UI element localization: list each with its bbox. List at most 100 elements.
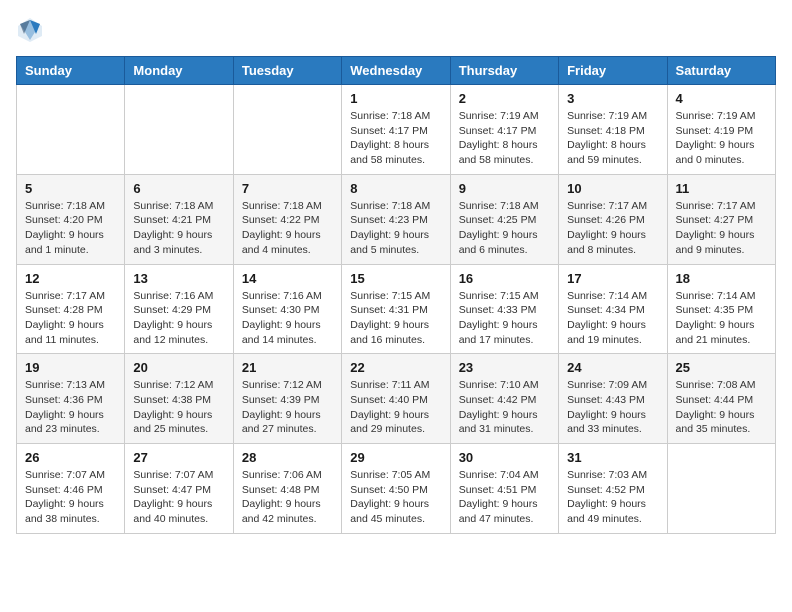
- day-number: 29: [350, 450, 441, 465]
- day-info: Sunrise: 7:19 AM Sunset: 4:19 PM Dayligh…: [676, 109, 767, 168]
- day-info: Sunrise: 7:18 AM Sunset: 4:20 PM Dayligh…: [25, 199, 116, 258]
- day-number: 26: [25, 450, 116, 465]
- calendar-cell: 6 Sunrise: 7:18 AM Sunset: 4:21 PM Daylig…: [125, 174, 233, 264]
- calendar-cell: [667, 444, 775, 534]
- calendar-cell: 12 Sunrise: 7:17 AM Sunset: 4:28 PM Dayli…: [17, 264, 125, 354]
- weekday-header-thursday: Thursday: [450, 57, 558, 85]
- weekday-header-wednesday: Wednesday: [342, 57, 450, 85]
- day-number: 21: [242, 360, 333, 375]
- day-info: Sunrise: 7:07 AM Sunset: 4:46 PM Dayligh…: [25, 468, 116, 527]
- day-info: Sunrise: 7:17 AM Sunset: 4:28 PM Dayligh…: [25, 289, 116, 348]
- calendar-header-row: SundayMondayTuesdayWednesdayThursdayFrid…: [17, 57, 776, 85]
- day-number: 11: [676, 181, 767, 196]
- day-info: Sunrise: 7:14 AM Sunset: 4:35 PM Dayligh…: [676, 289, 767, 348]
- calendar-cell: 8 Sunrise: 7:18 AM Sunset: 4:23 PM Daylig…: [342, 174, 450, 264]
- day-info: Sunrise: 7:19 AM Sunset: 4:18 PM Dayligh…: [567, 109, 658, 168]
- day-number: 27: [133, 450, 224, 465]
- day-number: 20: [133, 360, 224, 375]
- day-info: Sunrise: 7:06 AM Sunset: 4:48 PM Dayligh…: [242, 468, 333, 527]
- calendar-cell: [125, 85, 233, 175]
- calendar-cell: [233, 85, 341, 175]
- calendar-cell: 30 Sunrise: 7:04 AM Sunset: 4:51 PM Dayli…: [450, 444, 558, 534]
- calendar-cell: 11 Sunrise: 7:17 AM Sunset: 4:27 PM Dayli…: [667, 174, 775, 264]
- day-number: 17: [567, 271, 658, 286]
- day-info: Sunrise: 7:18 AM Sunset: 4:22 PM Dayligh…: [242, 199, 333, 258]
- day-number: 2: [459, 91, 550, 106]
- day-number: 13: [133, 271, 224, 286]
- day-number: 16: [459, 271, 550, 286]
- calendar-week-row: 12 Sunrise: 7:17 AM Sunset: 4:28 PM Dayli…: [17, 264, 776, 354]
- day-number: 1: [350, 91, 441, 106]
- day-number: 4: [676, 91, 767, 106]
- weekday-header-saturday: Saturday: [667, 57, 775, 85]
- day-info: Sunrise: 7:18 AM Sunset: 4:25 PM Dayligh…: [459, 199, 550, 258]
- calendar-week-row: 26 Sunrise: 7:07 AM Sunset: 4:46 PM Dayli…: [17, 444, 776, 534]
- calendar-cell: 3 Sunrise: 7:19 AM Sunset: 4:18 PM Daylig…: [559, 85, 667, 175]
- day-info: Sunrise: 7:18 AM Sunset: 4:21 PM Dayligh…: [133, 199, 224, 258]
- weekday-header-tuesday: Tuesday: [233, 57, 341, 85]
- calendar-cell: 18 Sunrise: 7:14 AM Sunset: 4:35 PM Dayli…: [667, 264, 775, 354]
- day-number: 15: [350, 271, 441, 286]
- day-info: Sunrise: 7:10 AM Sunset: 4:42 PM Dayligh…: [459, 378, 550, 437]
- calendar-cell: 28 Sunrise: 7:06 AM Sunset: 4:48 PM Dayli…: [233, 444, 341, 534]
- calendar-cell: 20 Sunrise: 7:12 AM Sunset: 4:38 PM Dayli…: [125, 354, 233, 444]
- day-info: Sunrise: 7:19 AM Sunset: 4:17 PM Dayligh…: [459, 109, 550, 168]
- day-number: 30: [459, 450, 550, 465]
- day-info: Sunrise: 7:15 AM Sunset: 4:31 PM Dayligh…: [350, 289, 441, 348]
- calendar-cell: 25Sunrise: 7:08 AM Sunset: 4:44 PM Dayli…: [667, 354, 775, 444]
- day-info: Sunrise: 7:12 AM Sunset: 4:38 PM Dayligh…: [133, 378, 224, 437]
- page-header: [16, 16, 776, 44]
- day-number: 14: [242, 271, 333, 286]
- calendar-cell: 5 Sunrise: 7:18 AM Sunset: 4:20 PM Daylig…: [17, 174, 125, 264]
- calendar-cell: [17, 85, 125, 175]
- calendar-cell: 7 Sunrise: 7:18 AM Sunset: 4:22 PM Daylig…: [233, 174, 341, 264]
- day-info: Sunrise: 7:13 AM Sunset: 4:36 PM Dayligh…: [25, 378, 116, 437]
- day-info: Sunrise: 7:11 AM Sunset: 4:40 PM Dayligh…: [350, 378, 441, 437]
- weekday-header-friday: Friday: [559, 57, 667, 85]
- day-info: Sunrise: 7:03 AM Sunset: 4:52 PM Dayligh…: [567, 468, 658, 527]
- day-info: Sunrise: 7:04 AM Sunset: 4:51 PM Dayligh…: [459, 468, 550, 527]
- day-number: 28: [242, 450, 333, 465]
- day-info: Sunrise: 7:05 AM Sunset: 4:50 PM Dayligh…: [350, 468, 441, 527]
- day-info: Sunrise: 7:17 AM Sunset: 4:26 PM Dayligh…: [567, 199, 658, 258]
- day-info: Sunrise: 7:14 AM Sunset: 4:34 PM Dayligh…: [567, 289, 658, 348]
- day-number: 3: [567, 91, 658, 106]
- calendar-cell: 27Sunrise: 7:07 AM Sunset: 4:47 PM Dayli…: [125, 444, 233, 534]
- calendar-cell: 17 Sunrise: 7:14 AM Sunset: 4:34 PM Dayli…: [559, 264, 667, 354]
- weekday-header-sunday: Sunday: [17, 57, 125, 85]
- day-info: Sunrise: 7:17 AM Sunset: 4:27 PM Dayligh…: [676, 199, 767, 258]
- day-number: 5: [25, 181, 116, 196]
- calendar-week-row: 19Sunrise: 7:13 AM Sunset: 4:36 PM Dayli…: [17, 354, 776, 444]
- day-info: Sunrise: 7:09 AM Sunset: 4:43 PM Dayligh…: [567, 378, 658, 437]
- day-info: Sunrise: 7:18 AM Sunset: 4:23 PM Dayligh…: [350, 199, 441, 258]
- calendar-cell: 26 Sunrise: 7:07 AM Sunset: 4:46 PM Dayli…: [17, 444, 125, 534]
- weekday-header-monday: Monday: [125, 57, 233, 85]
- day-number: 22: [350, 360, 441, 375]
- calendar-week-row: 5 Sunrise: 7:18 AM Sunset: 4:20 PM Daylig…: [17, 174, 776, 264]
- day-number: 8: [350, 181, 441, 196]
- day-number: 6: [133, 181, 224, 196]
- calendar-cell: 4 Sunrise: 7:19 AM Sunset: 4:19 PM Daylig…: [667, 85, 775, 175]
- calendar-cell: 1Sunrise: 7:18 AM Sunset: 4:17 PM Daylig…: [342, 85, 450, 175]
- calendar-cell: 14 Sunrise: 7:16 AM Sunset: 4:30 PM Dayli…: [233, 264, 341, 354]
- day-info: Sunrise: 7:15 AM Sunset: 4:33 PM Dayligh…: [459, 289, 550, 348]
- logo-icon: [16, 16, 44, 44]
- day-number: 23: [459, 360, 550, 375]
- calendar-cell: 10 Sunrise: 7:17 AM Sunset: 4:26 PM Dayli…: [559, 174, 667, 264]
- calendar-cell: 19Sunrise: 7:13 AM Sunset: 4:36 PM Dayli…: [17, 354, 125, 444]
- calendar-cell: 23 Sunrise: 7:10 AM Sunset: 4:42 PM Dayli…: [450, 354, 558, 444]
- day-number: 10: [567, 181, 658, 196]
- calendar-cell: 15 Sunrise: 7:15 AM Sunset: 4:31 PM Dayli…: [342, 264, 450, 354]
- day-number: 24: [567, 360, 658, 375]
- calendar-table: SundayMondayTuesdayWednesdayThursdayFrid…: [16, 56, 776, 534]
- day-number: 7: [242, 181, 333, 196]
- day-number: 12: [25, 271, 116, 286]
- day-info: Sunrise: 7:16 AM Sunset: 4:30 PM Dayligh…: [242, 289, 333, 348]
- day-number: 18: [676, 271, 767, 286]
- day-number: 9: [459, 181, 550, 196]
- calendar-cell: 21Sunrise: 7:12 AM Sunset: 4:39 PM Dayli…: [233, 354, 341, 444]
- calendar-cell: 13 Sunrise: 7:16 AM Sunset: 4:29 PM Dayli…: [125, 264, 233, 354]
- day-info: Sunrise: 7:16 AM Sunset: 4:29 PM Dayligh…: [133, 289, 224, 348]
- calendar-cell: 16 Sunrise: 7:15 AM Sunset: 4:33 PM Dayli…: [450, 264, 558, 354]
- calendar-cell: 29 Sunrise: 7:05 AM Sunset: 4:50 PM Dayli…: [342, 444, 450, 534]
